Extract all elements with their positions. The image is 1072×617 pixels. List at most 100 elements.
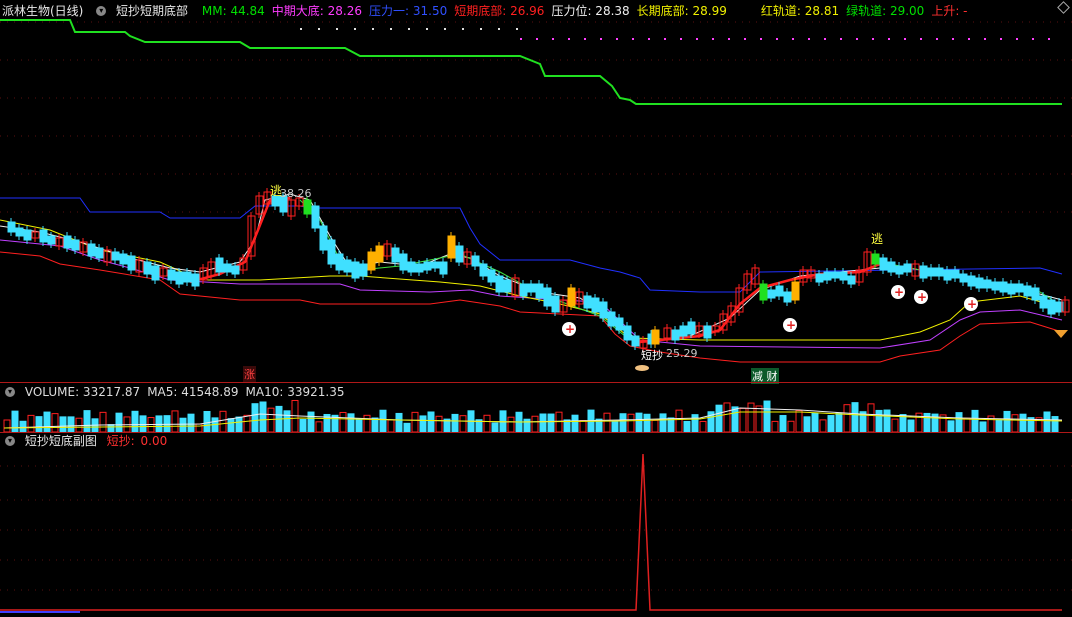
signal-dot xyxy=(824,38,826,40)
signal-dot xyxy=(408,28,410,30)
volume-bar xyxy=(3,419,11,433)
volume-bar xyxy=(691,414,699,433)
signal-dot xyxy=(462,28,464,30)
volume-bar xyxy=(971,409,979,433)
candle-body xyxy=(543,287,552,307)
candle-body xyxy=(223,263,232,273)
volume-bar xyxy=(1051,416,1059,433)
plus-marker-glyph: + xyxy=(894,285,904,299)
signal-dot xyxy=(808,38,810,40)
candle-body xyxy=(823,271,832,281)
candle-body xyxy=(599,301,608,319)
sub-field-label: 短抄: xyxy=(106,434,135,448)
candle-body xyxy=(935,267,944,277)
candle-body xyxy=(759,283,768,301)
volume-bar xyxy=(547,413,555,433)
signal-dot xyxy=(680,38,682,40)
volume-bar xyxy=(795,410,803,433)
sub-menu-icon[interactable]: ▾ xyxy=(5,435,15,446)
volume-bar xyxy=(363,414,371,433)
volume-bar xyxy=(483,414,491,433)
volume-bar xyxy=(403,422,411,433)
volume-bar xyxy=(283,410,291,433)
volume-bar xyxy=(195,423,203,433)
volume-bar xyxy=(787,420,795,433)
volume-bar xyxy=(235,416,243,433)
volume-bar xyxy=(539,413,547,433)
candle-body xyxy=(455,245,464,263)
volume-fields: VOLUME: 33217.87 MA5: 41548.89 MA10: 33921… xyxy=(25,385,352,399)
candle-body xyxy=(479,263,488,277)
volume-bar xyxy=(299,418,307,433)
candle-body xyxy=(327,239,336,265)
candle-body xyxy=(871,253,880,265)
candle-body xyxy=(1007,283,1016,295)
plus-marker-glyph: + xyxy=(565,322,575,336)
volume-bar xyxy=(699,420,707,433)
volume-menu-icon[interactable]: ▾ xyxy=(5,386,15,397)
candle-body xyxy=(839,271,848,281)
volume-bar xyxy=(99,411,107,433)
volume-bar xyxy=(731,406,739,433)
candle-body xyxy=(999,281,1008,293)
signal-dot xyxy=(792,38,794,40)
candle-body xyxy=(7,221,16,233)
volume-bar xyxy=(755,405,763,433)
candle-body xyxy=(471,255,480,267)
candle-body xyxy=(943,269,952,281)
candle-body xyxy=(791,281,800,301)
candle-body xyxy=(623,325,632,341)
signal-dot xyxy=(712,38,714,40)
volume-bar xyxy=(571,414,579,433)
candle-body xyxy=(407,261,416,273)
candle-body xyxy=(175,271,184,285)
signal-dot xyxy=(696,38,698,40)
signal-dot xyxy=(520,38,522,40)
signal-dot xyxy=(968,38,970,40)
signal-dot xyxy=(632,38,634,40)
volume-bar xyxy=(219,410,227,433)
signal-dot xyxy=(444,28,446,30)
candle-body xyxy=(775,285,784,297)
candle-body xyxy=(399,253,408,271)
volume-bar xyxy=(339,411,347,433)
candle-body xyxy=(391,247,400,263)
candle-body xyxy=(1023,285,1032,297)
price-chart[interactable]: + + + + + xyxy=(0,0,1072,617)
escape-signal-1: 逃 xyxy=(270,184,283,198)
signal-dot xyxy=(336,28,338,30)
candle-body xyxy=(535,283,544,299)
candle-body xyxy=(967,275,976,287)
volume-bar xyxy=(763,400,771,433)
volume-bar xyxy=(35,416,43,433)
candle-body xyxy=(1047,299,1056,315)
signal-dot xyxy=(552,38,554,40)
volume-bar xyxy=(843,404,851,433)
candle-body xyxy=(703,325,712,339)
sub-chart-title[interactable]: 短抄短底副图 xyxy=(25,434,97,448)
candle-body xyxy=(303,199,312,215)
volume-bar xyxy=(435,415,443,433)
volume-bar xyxy=(307,411,315,433)
volume-bar xyxy=(659,413,667,433)
signal-dot xyxy=(616,38,618,40)
volume-bar xyxy=(19,420,27,433)
candle-body xyxy=(519,283,528,297)
candle-body xyxy=(1039,295,1048,309)
escape-signal-2: 逃 xyxy=(871,232,884,246)
candle-body xyxy=(831,271,840,279)
signal-dot xyxy=(1032,38,1034,40)
candle-body xyxy=(119,253,128,265)
bottom-buy-signal: 短抄 xyxy=(641,349,663,362)
volume-bar xyxy=(411,411,419,433)
candle-body xyxy=(1015,283,1024,293)
candle-body xyxy=(415,263,424,273)
volume-bar xyxy=(115,412,123,433)
signal-dot xyxy=(426,28,428,30)
short-buy-spike xyxy=(0,453,1062,611)
volume-bar xyxy=(395,412,403,433)
volume-bar xyxy=(979,421,987,433)
candle-body xyxy=(903,263,912,273)
candle-body xyxy=(47,235,56,245)
volume-bar xyxy=(1019,413,1027,433)
